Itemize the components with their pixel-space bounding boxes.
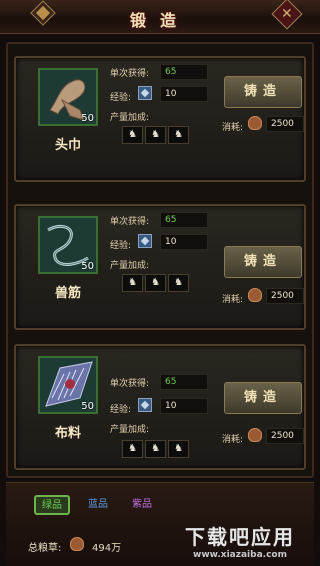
exp-label: 经验: bbox=[110, 241, 132, 251]
yield-bonus-label: 产量加成: bbox=[110, 261, 150, 271]
exp-label: 经验: bbox=[110, 405, 132, 415]
bonus-slot[interactable]: ♞ bbox=[122, 126, 143, 144]
page-title: 锻造 bbox=[129, 11, 191, 30]
single-gain-label: 单次获得: bbox=[110, 69, 150, 79]
forge-card-tendon: 50 兽筋 单次获得: 65 经验: 10 产量加成: ♞ ♞ ♞ 铸造 消耗:… bbox=[14, 204, 306, 330]
exp-icon bbox=[138, 234, 152, 248]
cost-value: 2500 bbox=[266, 428, 304, 444]
bonus-slot[interactable]: ♞ bbox=[168, 274, 189, 292]
watermark-url: www.xiazaiba.com bbox=[193, 550, 287, 560]
cost-label: 消耗: bbox=[222, 435, 244, 445]
bonus-slot[interactable]: ♞ bbox=[122, 440, 143, 458]
exp-label: 经验: bbox=[110, 93, 132, 103]
tendon-icon[interactable]: 50 bbox=[38, 216, 98, 274]
coin-bag-icon bbox=[248, 288, 262, 302]
total-grain-label: 总粮草: bbox=[28, 543, 62, 554]
item-count: 50 bbox=[81, 113, 94, 124]
exp-icon bbox=[138, 86, 152, 100]
tab-label: 紫品 bbox=[132, 499, 152, 510]
bonus-slot[interactable]: ♞ bbox=[168, 126, 189, 144]
forge-card-headscarf: 50 头巾 单次获得: 65 经验: 10 产量加成: ♞ ♞ ♞ 铸造 消耗:… bbox=[14, 56, 306, 182]
bonus-slot[interactable]: ♞ bbox=[122, 274, 143, 292]
item-count: 50 bbox=[81, 261, 94, 272]
grain-bag-icon bbox=[70, 537, 84, 551]
tab-label: 蓝品 bbox=[88, 499, 108, 510]
bonus-slot[interactable]: ♞ bbox=[168, 440, 189, 458]
single-gain-label: 单次获得: bbox=[110, 217, 150, 227]
quality-filter-bar: 绿品 蓝品 紫品 总粮草: 494万 下载吧应用 www.xiazaiba.co… bbox=[6, 482, 314, 566]
item-name: 头巾 bbox=[54, 138, 81, 153]
forge-button[interactable]: 铸造 bbox=[224, 382, 302, 414]
cost-value: 2500 bbox=[266, 288, 304, 304]
total-grain-value: 494万 bbox=[92, 543, 122, 554]
back-icon[interactable] bbox=[30, 0, 56, 26]
tab-blue-quality[interactable]: 蓝品 bbox=[80, 495, 116, 515]
coin-bag-icon bbox=[248, 116, 262, 130]
bonus-slot[interactable]: ♞ bbox=[145, 126, 166, 144]
single-gain-value: 65 bbox=[160, 374, 208, 390]
exp-value: 10 bbox=[160, 398, 208, 414]
bonus-slots: ♞ ♞ ♞ bbox=[122, 274, 189, 292]
tab-label: 绿品 bbox=[42, 500, 62, 511]
tab-green-quality[interactable]: 绿品 bbox=[34, 495, 70, 515]
close-icon[interactable]: ✕ bbox=[271, 0, 303, 30]
coin-bag-icon bbox=[248, 428, 262, 442]
forge-button[interactable]: 铸造 bbox=[224, 246, 302, 278]
exp-value: 10 bbox=[160, 234, 208, 250]
exp-value: 10 bbox=[160, 86, 208, 102]
exp-icon bbox=[138, 398, 152, 412]
bonus-slots: ♞ ♞ ♞ bbox=[122, 126, 189, 144]
single-gain-value: 65 bbox=[160, 212, 208, 228]
cost-label: 消耗: bbox=[222, 295, 244, 305]
item-name: 布料 bbox=[54, 426, 81, 441]
item-count: 50 bbox=[81, 401, 94, 412]
forge-button[interactable]: 铸造 bbox=[224, 76, 302, 108]
title-bar: 锻造 ✕ bbox=[0, 0, 320, 34]
headscarf-icon[interactable]: 50 bbox=[38, 68, 98, 126]
bonus-slot[interactable]: ♞ bbox=[145, 274, 166, 292]
bonus-slots: ♞ ♞ ♞ bbox=[122, 440, 189, 458]
yield-bonus-label: 产量加成: bbox=[110, 113, 150, 123]
tab-purple-quality[interactable]: 紫品 bbox=[124, 495, 160, 515]
watermark-main: 下载吧应用 bbox=[185, 525, 295, 549]
yield-bonus-label: 产量加成: bbox=[110, 425, 150, 435]
forge-card-cloth: 50 布料 单次获得: 65 经验: 10 产量加成: ♞ ♞ ♞ 铸造 消耗:… bbox=[14, 344, 306, 470]
cloth-icon[interactable]: 50 bbox=[38, 356, 98, 414]
item-name: 兽筋 bbox=[54, 286, 81, 301]
single-gain-value: 65 bbox=[160, 64, 208, 80]
cost-value: 2500 bbox=[266, 116, 304, 132]
single-gain-label: 单次获得: bbox=[110, 379, 150, 389]
cost-label: 消耗: bbox=[222, 123, 244, 133]
watermark: 下载吧应用 www.xiazaiba.com bbox=[170, 521, 310, 565]
bonus-slot[interactable]: ♞ bbox=[145, 440, 166, 458]
